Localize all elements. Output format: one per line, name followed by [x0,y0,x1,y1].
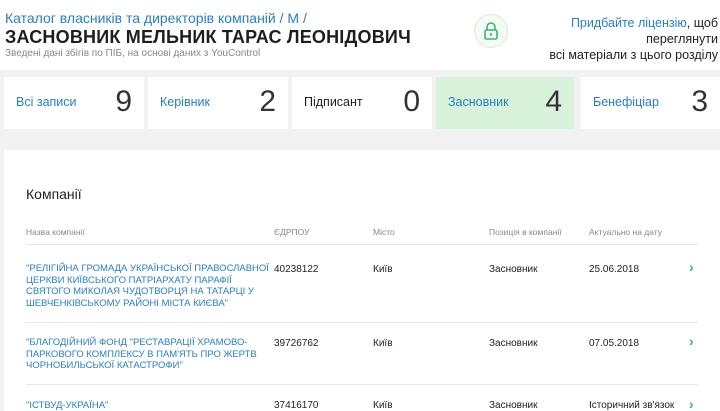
company-code: 37416170 [274,400,319,411]
company-name-link[interactable]: "ІСТВУД-УКРАЇНА" [26,400,271,411]
row-divider [26,322,698,323]
stat-beneficiary[interactable]: Бенефіціар 3 [581,77,720,129]
company-name-link[interactable]: "БЛАГОДІЙНИЙ ФОНД "РЕСТАВРАЦІЇ ХРАМОВО-П… [26,337,271,372]
header-divider [26,244,698,245]
company-name-link[interactable]: "РЕЛІГІЙНА ГРОМАДА УКРАЇНСЬКОЇ ПРАВОСЛАВ… [26,263,271,309]
company-position: Засновник [489,338,538,349]
stat-count: 9 [115,85,132,118]
stat-label: Бенефіціар [593,95,659,109]
license-notice: Придбайте ліцензію, щоб переглянути всі … [518,15,718,63]
breadcrumb-letter-link[interactable]: М / [287,10,306,26]
companies-title: Компанії [26,186,82,202]
company-date: 25.06.2018 [589,264,640,275]
stat-count: 4 [545,85,562,118]
breadcrumb-catalog-link[interactable]: Каталог власників та директорів компаній… [5,10,284,26]
stat-count: 3 [691,85,708,118]
stat-label: Керівник [160,95,210,109]
stat-all-records[interactable]: Всі записи 9 [4,77,144,129]
breadcrumb: Каталог власників та директорів компаній… [5,10,307,26]
chevron-right-icon[interactable]: › [689,397,699,411]
company-code: 39726762 [274,338,319,349]
company-city: Київ [373,264,393,275]
stat-label: Всі записи [16,95,77,109]
company-code: 40238122 [274,264,319,275]
row-divider [26,384,698,385]
column-header-city: Місто [373,227,395,237]
company-city: Київ [373,338,393,349]
lock-icon [474,14,508,48]
stat-label: Засновник [448,95,509,109]
license-text-2: всі матеріали з цього розділу [549,48,718,62]
page-subtitle: Зведені дані збігів по ПІБ, на основі да… [5,48,261,59]
chevron-right-icon[interactable]: › [689,334,699,348]
company-city: Київ [373,400,393,411]
company-date: Історичний зв'язок [589,400,675,411]
stat-signatory: Підписант 0 [292,77,432,129]
stat-label: Підписант [304,95,363,109]
stat-director[interactable]: Керівник 2 [148,77,288,129]
company-date: 07.05.2018 [589,338,640,349]
companies-panel: Компанії Назва компанії ЄДРПОУ Місто Поз… [4,150,720,411]
buy-license-link[interactable]: Придбайте ліцензію [571,16,687,30]
stat-founder[interactable]: Засновник 4 [436,77,574,129]
column-header-position: Позиція в компанії [489,227,562,237]
chevron-right-icon[interactable]: › [689,260,699,274]
company-position: Засновник [489,264,538,275]
company-position: Засновник [489,400,538,411]
column-header-date: Актуально на дату [589,227,663,237]
column-header-name: Назва компанії [26,227,85,237]
stat-count: 0 [403,85,420,118]
stat-count: 2 [259,85,276,118]
page-header: Каталог власників та директорів компаній… [0,0,720,70]
column-header-code: ЄДРПОУ [274,227,310,237]
page-title: ЗАСНОВНИК МЕЛЬНИК ТАРАС ЛЕОНІДОВИЧ [5,27,411,47]
